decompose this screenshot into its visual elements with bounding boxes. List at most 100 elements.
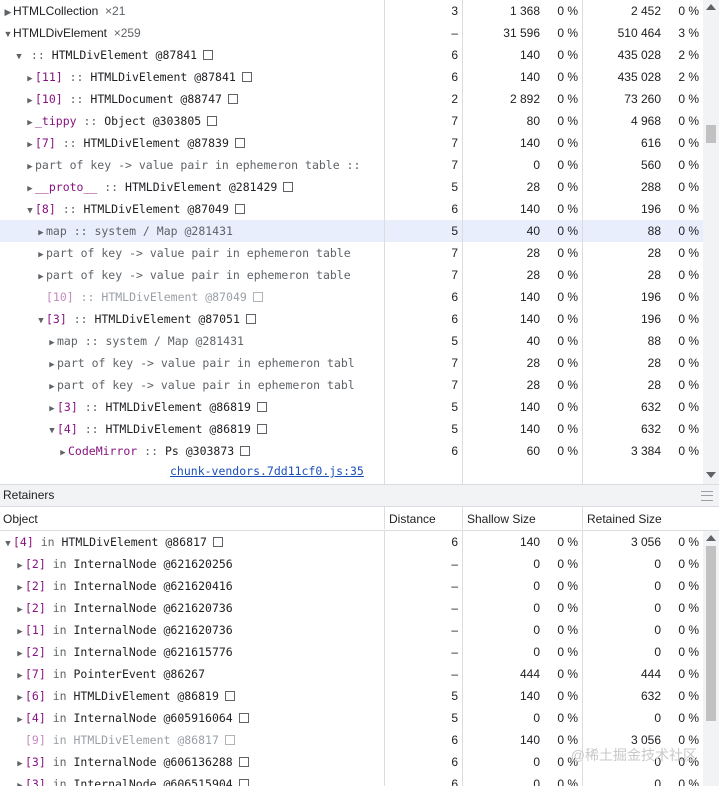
reveal-in-elements-icon[interactable]: [256, 401, 267, 412]
expand-right-icon[interactable]: ▶: [15, 709, 25, 729]
expand-right-icon[interactable]: ▶: [25, 178, 35, 198]
table-row[interactable]: ▶ [11] :: HTMLDivElement @87841 6 140 0 % 435…: [0, 66, 719, 88]
reveal-in-elements-icon[interactable]: [212, 536, 223, 547]
table-row[interactable]: ▼ [4] :: HTMLDivElement @86819 5 140 0 % 632 0…: [0, 418, 719, 440]
table-row[interactable]: ▼ [8] :: HTMLDivElement @87049 6 140 0 % 196 0…: [0, 198, 719, 220]
reveal-in-elements-icon[interactable]: [238, 712, 249, 723]
expand-right-icon[interactable]: ▶: [25, 112, 35, 132]
reveal-in-elements-icon[interactable]: [224, 690, 235, 701]
table-row[interactable]: ▶ [2] in InternalNode @621620256–0 0 % 0 0 %: [0, 553, 719, 575]
distance-cell: 6: [384, 773, 462, 786]
expand-right-icon[interactable]: ▶: [36, 222, 46, 242]
expand-right-icon[interactable]: ▶: [15, 555, 25, 575]
reveal-in-elements-icon[interactable]: [234, 137, 245, 148]
expand-down-icon[interactable]: ▼: [3, 23, 13, 44]
reveal-in-elements-icon[interactable]: [238, 778, 249, 786]
expand-right-icon[interactable]: ▶: [47, 398, 57, 418]
table-row[interactable]: ▶ part of key -> value pair in ephemeron …: [0, 154, 719, 176]
expand-right-icon[interactable]: ▶: [15, 753, 25, 773]
retained-size-cell: 0 0 %: [582, 553, 703, 575]
table-row[interactable]: ▶ [4] in InternalNode @605916064 5 0 0 % 0 0 %: [0, 707, 719, 729]
header-shallow-size[interactable]: Shallow Size: [462, 507, 582, 529]
expand-down-icon[interactable]: ▼: [14, 46, 24, 66]
scroll-down-icon[interactable]: [706, 472, 716, 478]
bottom-scrollbar[interactable]: [703, 531, 719, 786]
scroll-up-icon[interactable]: [706, 4, 716, 10]
expand-right-icon[interactable]: ▶: [15, 643, 25, 663]
reveal-in-elements-icon[interactable]: [207, 115, 218, 126]
expand-right-icon[interactable]: ▶: [36, 244, 46, 264]
table-row[interactable]: [10] :: HTMLDivElement @87049 6 140 0 % 196 0…: [0, 286, 719, 308]
expand-down-icon[interactable]: ▼: [25, 200, 35, 220]
expand-right-icon[interactable]: ▶: [15, 621, 25, 641]
table-row[interactable]: ▶ map :: system / Map @281431 5 40 0 % 88 0 %: [0, 220, 719, 242]
table-row[interactable]: ▶ [2] in InternalNode @621615776–0 0 % 0 0 %: [0, 641, 719, 663]
reveal-in-elements-icon[interactable]: [227, 93, 238, 104]
table-row[interactable]: ▼ :: HTMLDivElement @87841 6 140 0 % 435 028…: [0, 44, 719, 66]
header-retained-size[interactable]: Retained Size: [582, 507, 703, 529]
expand-down-icon[interactable]: ▼: [47, 420, 57, 440]
expand-right-icon[interactable]: ▶: [47, 354, 57, 374]
expand-down-icon[interactable]: ▼: [36, 310, 46, 330]
table-row[interactable]: ▶ [10] :: HTMLDocument @88747 2 2 892 0 % 73 …: [0, 88, 719, 110]
scroll-up-icon[interactable]: [706, 535, 716, 541]
reveal-in-elements-icon[interactable]: [234, 203, 245, 214]
shallow-size-value: 140: [519, 136, 540, 150]
expand-right-icon[interactable]: ▶: [15, 665, 25, 685]
table-row[interactable]: ▶ part of key -> value pair in ephemeron …: [0, 242, 719, 264]
table-row[interactable]: ▶ [2] in InternalNode @621620416–0 0 % 0 0 %: [0, 575, 719, 597]
table-row[interactable]: ▶ HTMLCollection ×21 3 1 368 0 % 2 452 0 %: [0, 0, 719, 22]
table-row[interactable]: ▶ CodeMirror :: Ps @303873 6 60 0 % 3 384 0 %: [0, 440, 719, 462]
table-row[interactable]: ▼ [4] in HTMLDivElement @86817 6 140 0 % 3 05…: [0, 531, 719, 553]
expand-down-icon[interactable]: ▼: [3, 533, 13, 553]
edge-separator: in: [45, 579, 74, 593]
expand-right-icon[interactable]: ▶: [15, 599, 25, 619]
reveal-in-elements-icon[interactable]: [203, 49, 214, 60]
reveal-in-elements-icon[interactable]: [252, 291, 263, 302]
watermark: @稀土掘金技术社区: [570, 747, 697, 763]
retainers-bar[interactable]: Retainers: [0, 484, 719, 507]
reveal-in-elements-icon[interactable]: [238, 756, 249, 767]
table-row[interactable]: ▶ _tippy :: Object @303805 7 80 0 % 4 968 0 %: [0, 110, 719, 132]
reveal-in-elements-icon[interactable]: [224, 734, 235, 745]
table-row[interactable]: ▶ part of key -> value pair in ephemeron …: [0, 352, 719, 374]
expand-right-icon[interactable]: ▶: [47, 376, 57, 396]
header-object[interactable]: Object: [0, 507, 384, 529]
table-row[interactable]: ▶ __proto__ :: HTMLDivElement @281429 5 28 0…: [0, 176, 719, 198]
expand-right-icon[interactable]: ▶: [15, 577, 25, 597]
resize-grip-icon[interactable]: [701, 491, 713, 501]
header-distance[interactable]: Distance: [384, 507, 462, 529]
reveal-in-elements-icon[interactable]: [283, 181, 294, 192]
bottom-scrollbar-thumb[interactable]: [706, 546, 716, 721]
table-row[interactable]: ▼ [3] :: HTMLDivElement @87051 6 140 0 % 196 0…: [0, 308, 719, 330]
expand-right-icon[interactable]: ▶: [58, 442, 68, 462]
table-row[interactable]: ▶ part of key -> value pair in ephemeron …: [0, 374, 719, 396]
expand-right-icon[interactable]: ▶: [15, 687, 25, 707]
table-row[interactable]: ▼HTMLDivElement ×259–31 596 0 % 510 464 3 %: [0, 22, 719, 44]
table-row[interactable]: ▶ [7] in PointerEvent @86267–444 0 % 444 0 %: [0, 663, 719, 685]
expand-right-icon[interactable]: ▶: [47, 332, 57, 352]
table-row[interactable]: ▶ [1] in InternalNode @621620736–0 0 % 0 0 %: [0, 619, 719, 641]
expand-right-icon[interactable]: ▶: [25, 156, 35, 176]
table-row[interactable]: ▶ [6] in HTMLDivElement @86819 5 140 0 % 632 0…: [0, 685, 719, 707]
table-row[interactable]: ▶ [3] :: HTMLDivElement @86819 5 140 0 % 632 0…: [0, 396, 719, 418]
reveal-in-elements-icon[interactable]: [245, 313, 256, 324]
expand-right-icon[interactable]: ▶: [36, 266, 46, 286]
expand-right-icon[interactable]: ▶: [3, 1, 13, 22]
expand-right-icon[interactable]: ▶: [15, 775, 25, 786]
top-scrollbar[interactable]: [703, 0, 719, 484]
table-row[interactable]: ▶ part of key -> value pair in ephemeron …: [0, 264, 719, 286]
source-link[interactable]: chunk-vendors.7dd11cf0.js:35: [170, 464, 364, 478]
expand-right-icon[interactable]: ▶: [25, 68, 35, 88]
reveal-in-elements-icon[interactable]: [240, 445, 251, 456]
shallow-size-cell: 0 0 %: [462, 641, 582, 663]
top-scrollbar-thumb[interactable]: [706, 125, 716, 143]
table-row[interactable]: ▶ [2] in InternalNode @621620736–0 0 % 0 0 %: [0, 597, 719, 619]
expand-right-icon[interactable]: ▶: [25, 134, 35, 154]
reveal-in-elements-icon[interactable]: [256, 423, 267, 434]
expand-right-icon[interactable]: ▶: [25, 90, 35, 110]
table-row[interactable]: ▶ [3] in InternalNode @606515904 6 0 0 % 0 0 %: [0, 773, 719, 786]
reveal-in-elements-icon[interactable]: [241, 71, 252, 82]
table-row[interactable]: ▶ map :: system / Map @281431 5 40 0 % 88 0 %: [0, 330, 719, 352]
table-row[interactable]: ▶ [7] :: HTMLDivElement @87839 7 140 0 % 616 0…: [0, 132, 719, 154]
